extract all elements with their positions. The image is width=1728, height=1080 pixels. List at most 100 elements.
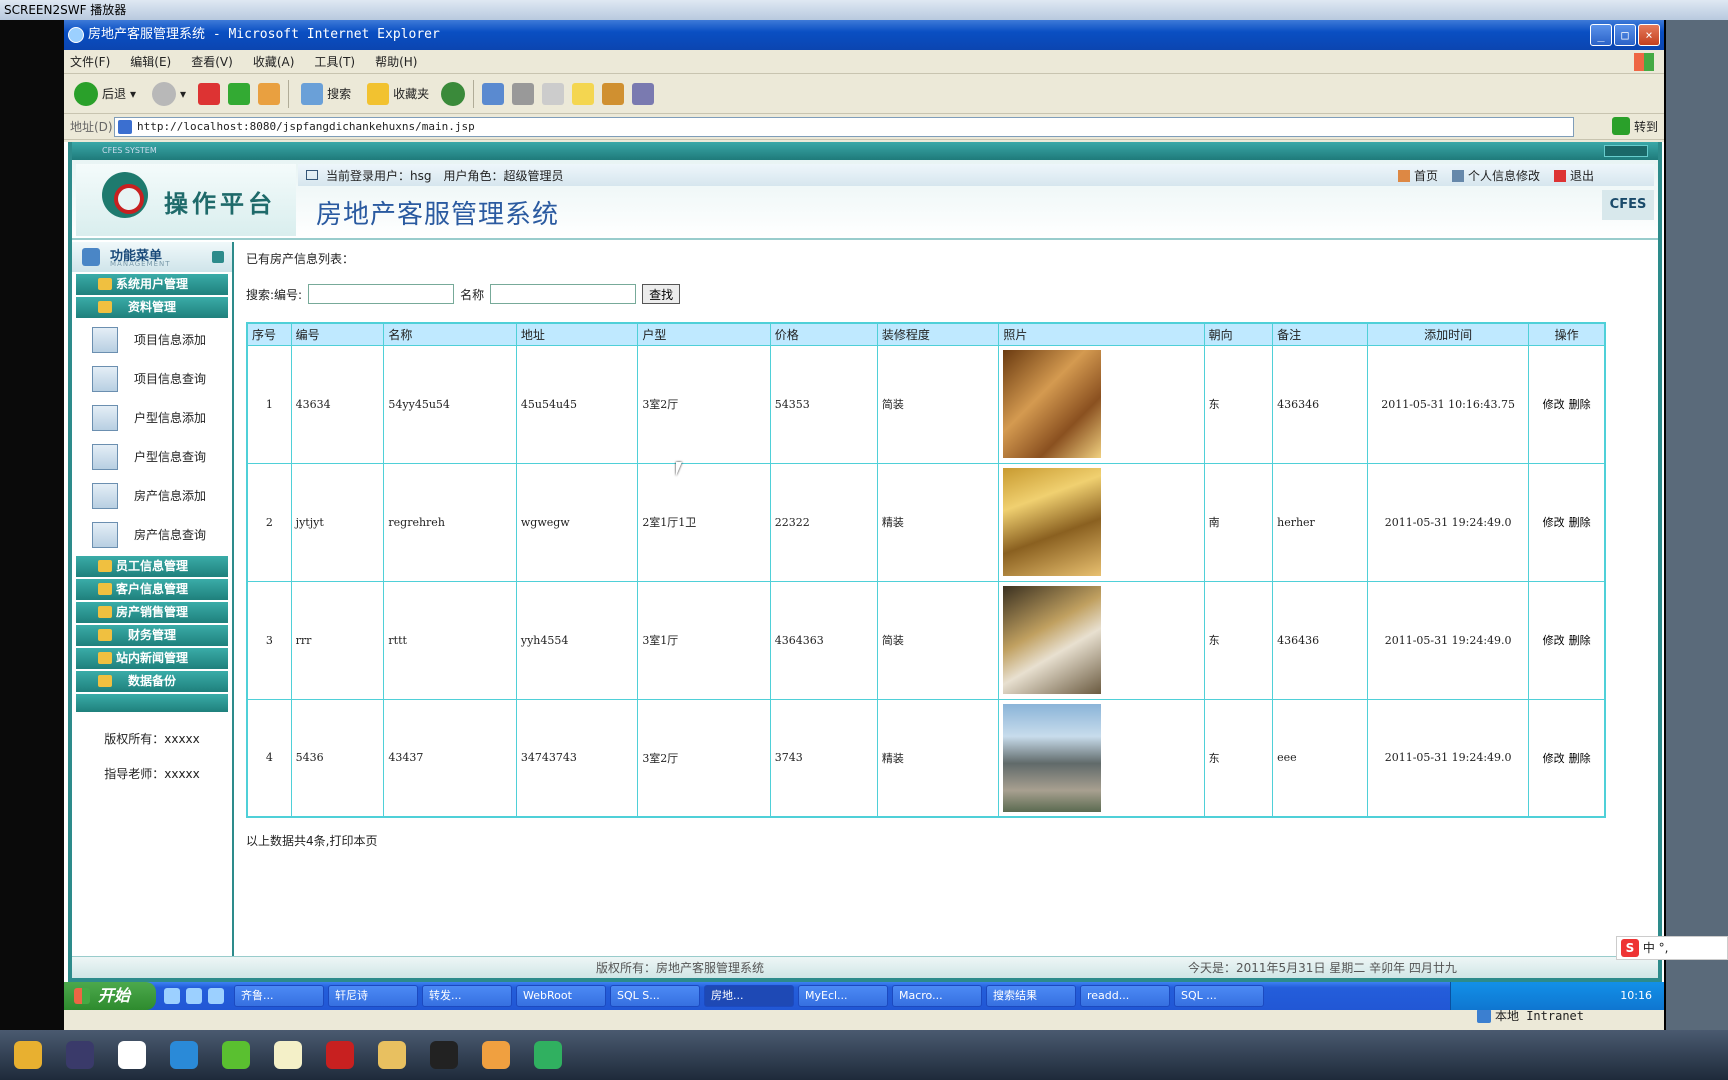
360-app[interactable]	[110, 1035, 154, 1075]
cell-layout: 2室1厅1卫	[637, 462, 771, 582]
sidebar-item-backup[interactable]: 数据备份	[76, 671, 228, 692]
taskbar-item[interactable]: MyEcl...	[798, 985, 888, 1007]
search-submit-button[interactable]: 查找	[642, 284, 681, 304]
edit-link[interactable]: 修改	[1543, 634, 1565, 647]
go-button[interactable]: 转到	[1611, 117, 1658, 135]
edit-icon[interactable]	[542, 82, 565, 105]
eclipse-icon	[66, 1041, 94, 1069]
page-icon	[118, 120, 132, 134]
sidebar-header[interactable]: 功能菜单 MANAGEMENT	[72, 242, 232, 272]
menu-tools[interactable]: 工具(T)	[314, 53, 355, 70]
sidebar-sub-project-query[interactable]: 项目信息查询	[72, 359, 232, 398]
green-app[interactable]	[214, 1035, 258, 1075]
search-name-input[interactable]	[490, 284, 637, 304]
sidebar-item-staff[interactable]: 员工信息管理	[76, 556, 228, 577]
taskbar-item[interactable]: 搜索结果	[986, 985, 1076, 1007]
chrome-app[interactable]	[6, 1035, 50, 1075]
col-code: 编号	[290, 322, 385, 346]
favorites-label: 收藏夹	[393, 87, 430, 101]
ie-host-app[interactable]	[162, 1035, 206, 1075]
menu-file[interactable]: 文件(F)	[70, 53, 110, 70]
flash-app[interactable]	[318, 1035, 362, 1075]
sidebar-sub-project-add[interactable]: 项目信息添加	[72, 320, 232, 359]
menu-view[interactable]: 查看(V)	[191, 53, 233, 70]
home-link[interactable]: 首页	[1397, 167, 1438, 184]
explorer-app[interactable]	[370, 1035, 414, 1075]
messenger-icon[interactable]	[632, 82, 655, 105]
audio-app[interactable]	[474, 1035, 518, 1075]
app-launch-icon[interactable]	[208, 988, 224, 1004]
search-button[interactable]: 搜索	[297, 81, 355, 107]
ime-toolbar[interactable]: S 中 °,	[1616, 936, 1728, 960]
refresh-icon[interactable]	[228, 82, 251, 105]
home-icon[interactable]	[258, 82, 281, 105]
taskbar-item[interactable]: 轩尼诗	[328, 985, 418, 1007]
sidebar-sub-property-add[interactable]: 房产信息添加	[72, 476, 232, 515]
menu-help[interactable]: 帮助(H)	[375, 53, 417, 70]
sidebar-sub-property-query[interactable]: 房产信息查询	[72, 515, 232, 554]
frame-nav-arrows[interactable]	[1604, 145, 1648, 157]
collapse-icon[interactable]	[212, 251, 224, 263]
show-desktop-icon[interactable]	[164, 988, 180, 1004]
eclipse-app[interactable]	[58, 1035, 102, 1075]
logout-link-label: 退出	[1569, 168, 1594, 183]
mail-icon[interactable]	[482, 82, 505, 105]
edit-link[interactable]: 修改	[1543, 398, 1565, 411]
edit-link[interactable]: 修改	[1543, 516, 1565, 529]
taskbar-item[interactable]: SQL ...	[1174, 985, 1264, 1007]
delete-link[interactable]: 删除	[1569, 634, 1591, 647]
search-id-input[interactable]	[308, 284, 455, 304]
taskbar-item[interactable]: readd...	[1080, 985, 1170, 1007]
sidebar-item-customers[interactable]: 客户信息管理	[76, 579, 228, 600]
research-icon[interactable]	[602, 82, 625, 105]
sidebar-item-news[interactable]: 站内新闻管理	[76, 648, 228, 669]
hotel-room-photo[interactable]	[1003, 350, 1102, 458]
lobby-photo[interactable]	[1003, 586, 1102, 694]
banquet-hall-photo[interactable]	[1003, 468, 1102, 576]
building-photo[interactable]	[1003, 703, 1102, 812]
taskbar-item[interactable]: WebRoot	[516, 985, 606, 1007]
favorites-button[interactable]: 收藏夹	[363, 81, 433, 107]
stop-icon[interactable]	[198, 82, 221, 105]
taskbar-item[interactable]: 转发...	[422, 985, 512, 1007]
taskbar-item-active[interactable]: 房地...	[704, 985, 794, 1007]
screen2swf-app[interactable]	[526, 1035, 570, 1075]
ie-title-bar[interactable]: 房地产客服管理系统 - Microsoft Internet Explorer …	[64, 20, 1664, 50]
sidebar-sub-layout-query[interactable]: 户型信息查询	[72, 437, 232, 476]
notes-app[interactable]	[266, 1035, 310, 1075]
back-button[interactable]: 后退 ▾	[70, 80, 140, 108]
close-button[interactable]: ×	[1638, 24, 1660, 46]
cell-orientation: 南	[1203, 462, 1274, 582]
taskbar-item[interactable]: SQL S...	[610, 985, 700, 1007]
address-input[interactable]: http://localhost:8080/jspfangdichankehux…	[114, 117, 1574, 137]
profile-link[interactable]: 个人信息修改	[1451, 167, 1540, 184]
sidebar-item-sales[interactable]: 房产销售管理	[76, 602, 228, 623]
start-button[interactable]: 开始	[64, 982, 156, 1010]
sidebar-item-data-management[interactable]: 资料管理	[76, 297, 228, 318]
sidebar-item-system-users[interactable]: 系统用户管理	[76, 274, 228, 295]
forward-button[interactable]: ▾	[148, 80, 190, 108]
sidebar-sub-layout-add[interactable]: 户型信息添加	[72, 398, 232, 437]
system-tray: 10:16	[1450, 982, 1664, 1010]
delete-link[interactable]: 删除	[1569, 398, 1591, 411]
qq-app[interactable]	[422, 1035, 466, 1075]
notes-icon[interactable]	[572, 82, 595, 105]
logout-link[interactable]: 退出	[1553, 167, 1594, 184]
cell-price: 4364363	[769, 580, 878, 700]
taskbar-item[interactable]: 齐鲁...	[234, 985, 324, 1007]
history-icon[interactable]	[441, 81, 466, 106]
edit-link[interactable]: 修改	[1543, 752, 1565, 765]
taskbar-item[interactable]: Macro...	[892, 985, 982, 1007]
menu-favorites[interactable]: 收藏(A)	[253, 53, 295, 70]
minimize-button[interactable]: _	[1590, 24, 1612, 46]
ie-launch-icon[interactable]	[186, 988, 202, 1004]
menu-edit[interactable]: 编辑(E)	[130, 53, 171, 70]
delete-link[interactable]: 删除	[1569, 516, 1591, 529]
record-summary[interactable]: 以上数据共4条,打印本页	[246, 832, 377, 849]
delete-link[interactable]: 删除	[1569, 752, 1591, 765]
footer-copyright: 版权所有：房地产客服管理系统	[596, 961, 765, 975]
tray-clock[interactable]: 10:16	[1620, 989, 1652, 1002]
sidebar-item-finance[interactable]: 财务管理	[76, 625, 228, 646]
print-icon[interactable]	[512, 82, 535, 105]
maximize-button[interactable]: □	[1614, 24, 1636, 46]
